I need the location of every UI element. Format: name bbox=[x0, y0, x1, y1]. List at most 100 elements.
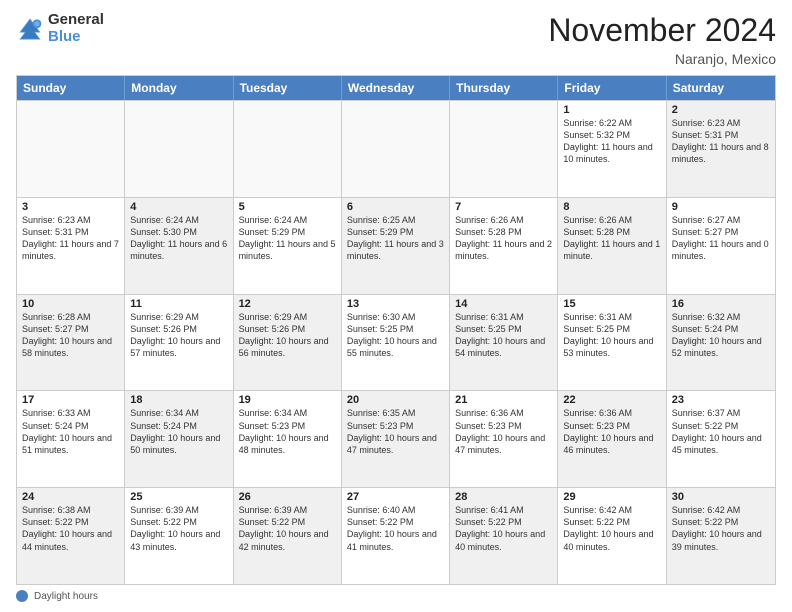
cal-cell-2-2: 12Sunrise: 6:29 AM Sunset: 5:26 PM Dayli… bbox=[234, 295, 342, 391]
cell-text-2-0: Sunrise: 6:28 AM Sunset: 5:27 PM Dayligh… bbox=[22, 311, 119, 360]
header-sunday: Sunday bbox=[17, 76, 125, 100]
day-number-16: 16 bbox=[672, 298, 770, 310]
day-number-12: 12 bbox=[239, 298, 336, 310]
day-number-20: 20 bbox=[347, 394, 444, 406]
day-number-2: 2 bbox=[672, 104, 770, 116]
cell-text-4-3: Sunrise: 6:40 AM Sunset: 5:22 PM Dayligh… bbox=[347, 504, 444, 553]
page: General Blue November 2024 Naranjo, Mexi… bbox=[0, 0, 792, 612]
cell-text-1-1: Sunrise: 6:24 AM Sunset: 5:30 PM Dayligh… bbox=[130, 214, 227, 263]
week-row-3: 10Sunrise: 6:28 AM Sunset: 5:27 PM Dayli… bbox=[17, 294, 775, 391]
day-number-30: 30 bbox=[672, 491, 770, 503]
cell-text-2-3: Sunrise: 6:30 AM Sunset: 5:25 PM Dayligh… bbox=[347, 311, 444, 360]
header-thursday: Thursday bbox=[450, 76, 558, 100]
cell-text-2-5: Sunrise: 6:31 AM Sunset: 5:25 PM Dayligh… bbox=[563, 311, 660, 360]
cell-text-4-0: Sunrise: 6:38 AM Sunset: 5:22 PM Dayligh… bbox=[22, 504, 119, 553]
cal-cell-0-0 bbox=[17, 101, 125, 197]
cal-cell-1-0: 3Sunrise: 6:23 AM Sunset: 5:31 PM Daylig… bbox=[17, 198, 125, 294]
week-row-1: 1Sunrise: 6:22 AM Sunset: 5:32 PM Daylig… bbox=[17, 100, 775, 197]
cal-cell-3-6: 23Sunrise: 6:37 AM Sunset: 5:22 PM Dayli… bbox=[667, 391, 775, 487]
cell-text-1-4: Sunrise: 6:26 AM Sunset: 5:28 PM Dayligh… bbox=[455, 214, 552, 263]
cal-cell-0-2 bbox=[234, 101, 342, 197]
header: General Blue November 2024 Naranjo, Mexi… bbox=[16, 12, 776, 67]
cell-text-3-1: Sunrise: 6:34 AM Sunset: 5:24 PM Dayligh… bbox=[130, 407, 227, 456]
cal-cell-0-6: 2Sunrise: 6:23 AM Sunset: 5:31 PM Daylig… bbox=[667, 101, 775, 197]
cal-cell-4-2: 26Sunrise: 6:39 AM Sunset: 5:22 PM Dayli… bbox=[234, 488, 342, 584]
cal-cell-4-6: 30Sunrise: 6:42 AM Sunset: 5:22 PM Dayli… bbox=[667, 488, 775, 584]
week-row-2: 3Sunrise: 6:23 AM Sunset: 5:31 PM Daylig… bbox=[17, 197, 775, 294]
cell-text-1-0: Sunrise: 6:23 AM Sunset: 5:31 PM Dayligh… bbox=[22, 214, 119, 263]
cell-text-0-6: Sunrise: 6:23 AM Sunset: 5:31 PM Dayligh… bbox=[672, 117, 770, 166]
cell-text-2-1: Sunrise: 6:29 AM Sunset: 5:26 PM Dayligh… bbox=[130, 311, 227, 360]
week-row-4: 17Sunrise: 6:33 AM Sunset: 5:24 PM Dayli… bbox=[17, 390, 775, 487]
title-block: November 2024 Naranjo, Mexico bbox=[548, 12, 776, 67]
cal-cell-4-5: 29Sunrise: 6:42 AM Sunset: 5:22 PM Dayli… bbox=[558, 488, 666, 584]
day-number-14: 14 bbox=[455, 298, 552, 310]
cal-cell-0-1 bbox=[125, 101, 233, 197]
cal-cell-0-5: 1Sunrise: 6:22 AM Sunset: 5:32 PM Daylig… bbox=[558, 101, 666, 197]
cell-text-1-3: Sunrise: 6:25 AM Sunset: 5:29 PM Dayligh… bbox=[347, 214, 444, 263]
day-number-21: 21 bbox=[455, 394, 552, 406]
cell-text-3-3: Sunrise: 6:35 AM Sunset: 5:23 PM Dayligh… bbox=[347, 407, 444, 456]
cal-cell-4-1: 25Sunrise: 6:39 AM Sunset: 5:22 PM Dayli… bbox=[125, 488, 233, 584]
cell-text-4-4: Sunrise: 6:41 AM Sunset: 5:22 PM Dayligh… bbox=[455, 504, 552, 553]
day-number-3: 3 bbox=[22, 201, 119, 213]
cal-cell-2-0: 10Sunrise: 6:28 AM Sunset: 5:27 PM Dayli… bbox=[17, 295, 125, 391]
daylight-icon bbox=[16, 590, 28, 602]
month-title: November 2024 bbox=[548, 12, 776, 49]
cal-cell-1-1: 4Sunrise: 6:24 AM Sunset: 5:30 PM Daylig… bbox=[125, 198, 233, 294]
cell-text-4-1: Sunrise: 6:39 AM Sunset: 5:22 PM Dayligh… bbox=[130, 504, 227, 553]
day-number-29: 29 bbox=[563, 491, 660, 503]
cell-text-2-6: Sunrise: 6:32 AM Sunset: 5:24 PM Dayligh… bbox=[672, 311, 770, 360]
day-number-23: 23 bbox=[672, 394, 770, 406]
day-number-10: 10 bbox=[22, 298, 119, 310]
day-number-9: 9 bbox=[672, 201, 770, 213]
logo-general-text: General bbox=[48, 12, 104, 29]
header-wednesday: Wednesday bbox=[342, 76, 450, 100]
cal-cell-4-0: 24Sunrise: 6:38 AM Sunset: 5:22 PM Dayli… bbox=[17, 488, 125, 584]
cell-text-1-2: Sunrise: 6:24 AM Sunset: 5:29 PM Dayligh… bbox=[239, 214, 336, 263]
cal-cell-1-5: 8Sunrise: 6:26 AM Sunset: 5:28 PM Daylig… bbox=[558, 198, 666, 294]
location: Naranjo, Mexico bbox=[548, 51, 776, 67]
day-number-19: 19 bbox=[239, 394, 336, 406]
footer: Daylight hours bbox=[16, 590, 776, 602]
cell-text-4-6: Sunrise: 6:42 AM Sunset: 5:22 PM Dayligh… bbox=[672, 504, 770, 553]
cal-cell-2-3: 13Sunrise: 6:30 AM Sunset: 5:25 PM Dayli… bbox=[342, 295, 450, 391]
cal-cell-3-2: 19Sunrise: 6:34 AM Sunset: 5:23 PM Dayli… bbox=[234, 391, 342, 487]
week-row-5: 24Sunrise: 6:38 AM Sunset: 5:22 PM Dayli… bbox=[17, 487, 775, 584]
cal-cell-2-5: 15Sunrise: 6:31 AM Sunset: 5:25 PM Dayli… bbox=[558, 295, 666, 391]
calendar-body: 1Sunrise: 6:22 AM Sunset: 5:32 PM Daylig… bbox=[17, 100, 775, 584]
day-number-8: 8 bbox=[563, 201, 660, 213]
logo: General Blue bbox=[16, 12, 104, 45]
day-number-26: 26 bbox=[239, 491, 336, 503]
cal-cell-2-4: 14Sunrise: 6:31 AM Sunset: 5:25 PM Dayli… bbox=[450, 295, 558, 391]
calendar-header: SundayMondayTuesdayWednesdayThursdayFrid… bbox=[17, 76, 775, 100]
day-number-25: 25 bbox=[130, 491, 227, 503]
day-number-5: 5 bbox=[239, 201, 336, 213]
day-number-17: 17 bbox=[22, 394, 119, 406]
cell-text-3-5: Sunrise: 6:36 AM Sunset: 5:23 PM Dayligh… bbox=[563, 407, 660, 456]
day-number-11: 11 bbox=[130, 298, 227, 310]
day-number-6: 6 bbox=[347, 201, 444, 213]
day-number-15: 15 bbox=[563, 298, 660, 310]
cal-cell-0-4 bbox=[450, 101, 558, 197]
day-number-28: 28 bbox=[455, 491, 552, 503]
cal-cell-1-4: 7Sunrise: 6:26 AM Sunset: 5:28 PM Daylig… bbox=[450, 198, 558, 294]
day-number-7: 7 bbox=[455, 201, 552, 213]
cal-cell-0-3 bbox=[342, 101, 450, 197]
day-number-18: 18 bbox=[130, 394, 227, 406]
cal-cell-3-3: 20Sunrise: 6:35 AM Sunset: 5:23 PM Dayli… bbox=[342, 391, 450, 487]
header-saturday: Saturday bbox=[667, 76, 775, 100]
cal-cell-4-4: 28Sunrise: 6:41 AM Sunset: 5:22 PM Dayli… bbox=[450, 488, 558, 584]
day-number-4: 4 bbox=[130, 201, 227, 213]
cell-text-3-2: Sunrise: 6:34 AM Sunset: 5:23 PM Dayligh… bbox=[239, 407, 336, 456]
cell-text-0-5: Sunrise: 6:22 AM Sunset: 5:32 PM Dayligh… bbox=[563, 117, 660, 166]
day-number-1: 1 bbox=[563, 104, 660, 116]
calendar: SundayMondayTuesdayWednesdayThursdayFrid… bbox=[16, 75, 776, 585]
day-number-22: 22 bbox=[563, 394, 660, 406]
cell-text-3-0: Sunrise: 6:33 AM Sunset: 5:24 PM Dayligh… bbox=[22, 407, 119, 456]
cell-text-1-5: Sunrise: 6:26 AM Sunset: 5:28 PM Dayligh… bbox=[563, 214, 660, 263]
cell-text-4-5: Sunrise: 6:42 AM Sunset: 5:22 PM Dayligh… bbox=[563, 504, 660, 553]
cell-text-4-2: Sunrise: 6:39 AM Sunset: 5:22 PM Dayligh… bbox=[239, 504, 336, 553]
cal-cell-4-3: 27Sunrise: 6:40 AM Sunset: 5:22 PM Dayli… bbox=[342, 488, 450, 584]
cell-text-2-2: Sunrise: 6:29 AM Sunset: 5:26 PM Dayligh… bbox=[239, 311, 336, 360]
